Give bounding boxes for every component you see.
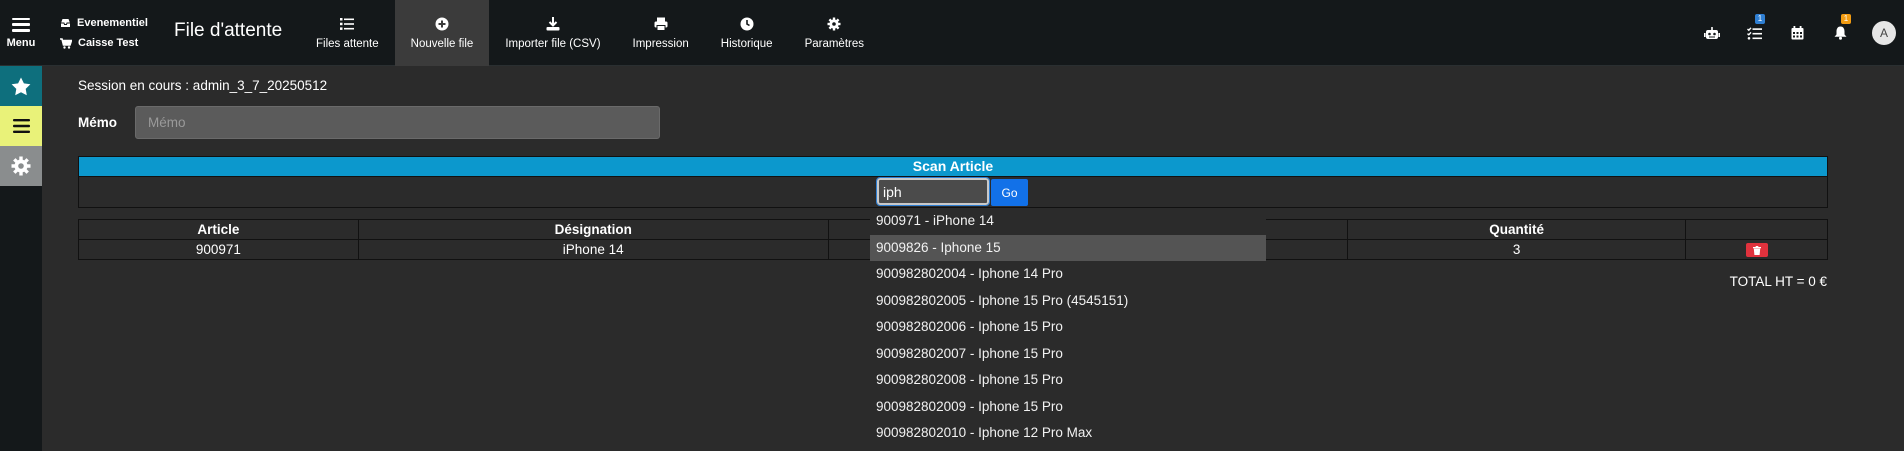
gear-icon [827, 17, 841, 31]
tasks-button[interactable]: 1 [1733, 0, 1776, 66]
go-button[interactable]: Go [991, 179, 1028, 206]
list-icon [340, 18, 355, 30]
suggestion-item-highlighted[interactable]: 9009826 - Iphone 15 [870, 234, 1266, 261]
sidebar-item-settings[interactable] [0, 146, 42, 186]
tab-impression[interactable]: Impression [617, 0, 705, 66]
suggestion-item[interactable]: 900982802009 - Iphone 15 Pro [870, 394, 1266, 421]
tab-files-attente[interactable]: Files attente [300, 0, 395, 66]
suggestion-item[interactable]: 900982802005 - Iphone 15 Pro (4545151) [870, 288, 1266, 315]
suggestion-item[interactable]: 900971 - iPhone 14 [870, 208, 1266, 235]
star-icon [11, 77, 31, 95]
shop-info: Evenementiel Caisse Test [60, 13, 148, 53]
sidebar-item-favorites[interactable] [0, 66, 42, 106]
checklist-icon [1747, 26, 1762, 40]
memo-label: Mémo [78, 115, 118, 130]
tab-label: Importer file (CSV) [505, 38, 601, 50]
top-bar: Menu Evenementiel Caisse Test File d'att… [0, 0, 1904, 66]
hamburger-icon [12, 119, 30, 133]
robot-button[interactable] [1690, 0, 1733, 66]
header-article: Article [78, 219, 359, 240]
tab-nouvelle-file[interactable]: Nouvelle file [394, 0, 490, 66]
shop-name: Evenementiel [77, 17, 148, 29]
notifications-badge: 1 [1841, 14, 1851, 24]
hamburger-icon [12, 17, 30, 32]
download-icon [546, 17, 560, 31]
cell-article: 900971 [78, 239, 359, 260]
autocomplete-dropdown: 900971 - iPhone 14 9009826 - Iphone 15 9… [870, 208, 1266, 451]
header-quantite: Quantité [1347, 219, 1687, 240]
clock-icon [740, 17, 754, 31]
sidebar-item-menu[interactable] [0, 106, 42, 146]
bell-icon [1834, 26, 1847, 40]
cell-actions [1685, 239, 1828, 260]
cell-designation: iPhone 14 [357, 239, 829, 260]
tasks-badge: 1 [1755, 14, 1765, 24]
tab-importer-csv[interactable]: Importer file (CSV) [489, 0, 616, 66]
printer-icon [654, 17, 668, 31]
inbox-icon [61, 19, 70, 27]
suggestion-item[interactable]: 900982802008 - Iphone 15 Pro [870, 367, 1266, 394]
gear-icon [11, 156, 31, 176]
page-title: File d'attente [174, 20, 283, 41]
scan-article-header: Scan Article [78, 156, 1828, 177]
header-actions: 1 1 A [1690, 0, 1904, 66]
header-actions [1685, 219, 1828, 240]
tab-parametres[interactable]: Paramètres [789, 0, 880, 66]
robot-icon [1703, 26, 1720, 39]
cell-quantite: 3 [1347, 239, 1687, 260]
suggestion-item[interactable]: 900982802007 - Iphone 15 Pro [870, 341, 1266, 368]
main-content: Session en cours : admin_3_7_20250512 Mé… [42, 66, 1904, 451]
register-name-row[interactable]: Caisse Test [60, 33, 148, 53]
tab-label: Historique [720, 38, 773, 50]
tab-label: Impression [632, 38, 689, 50]
register-name: Caisse Test [78, 37, 139, 49]
avatar[interactable]: A [1872, 21, 1896, 45]
cart-icon [60, 37, 72, 49]
tab-bar: Files attente Nouvelle file Importer fil… [300, 0, 880, 66]
notifications-button[interactable]: 1 [1819, 0, 1862, 66]
menu-label: Menu [6, 36, 36, 49]
suggestion-item[interactable]: 900982802004 - Iphone 14 Pro [870, 261, 1266, 288]
tab-label: Paramètres [804, 38, 864, 50]
tab-label: Nouvelle file [410, 38, 474, 50]
trash-icon [1752, 245, 1761, 255]
calendar-icon [1791, 26, 1804, 40]
plus-circle-icon [435, 17, 449, 31]
tab-historique[interactable]: Historique [705, 0, 789, 66]
side-nav [0, 66, 42, 451]
calendar-button[interactable] [1776, 0, 1819, 66]
tab-label: Files attente [316, 38, 379, 50]
header-designation: Désignation [357, 219, 829, 240]
scan-input[interactable] [876, 177, 990, 206]
suggestion-item[interactable]: 900982802006 - Iphone 15 Pro [870, 314, 1266, 341]
session-info: Session en cours : admin_3_7_20250512 [78, 78, 328, 93]
suggestion-item[interactable]: 900982802010 - Iphone 12 Pro Max [870, 420, 1266, 447]
memo-input[interactable] [135, 106, 660, 139]
menu-button[interactable]: Menu [0, 0, 42, 66]
delete-button[interactable] [1745, 243, 1768, 258]
shop-name-row[interactable]: Evenementiel [60, 13, 148, 33]
total-ht: TOTAL HT = 0 € [1729, 274, 1827, 289]
